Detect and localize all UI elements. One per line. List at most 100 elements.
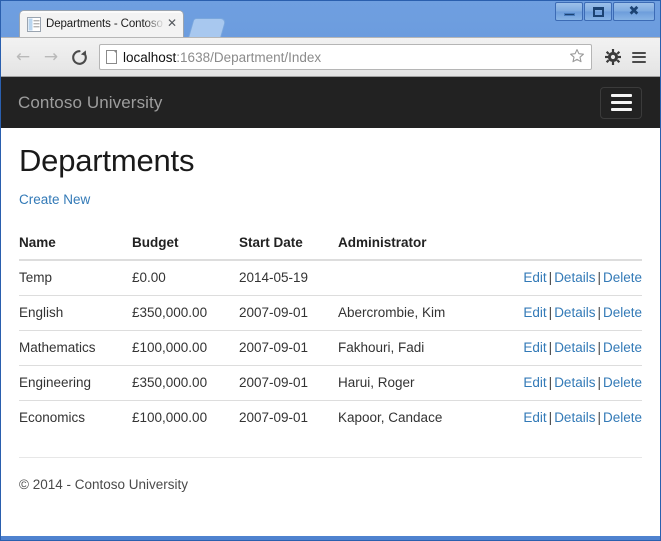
cell-name: Temp <box>19 270 53 286</box>
footer-copyright: © 2014 - Contoso University <box>19 477 189 493</box>
document-icon <box>27 16 41 32</box>
table-header-row: Name Budget Start Date Administrator <box>19 227 642 262</box>
cell-budget: £0.00 <box>132 270 166 286</box>
delete-link[interactable]: Delete <box>603 375 642 390</box>
navbar-toggle-button[interactable] <box>600 86 642 119</box>
column-header-start-date: Start Date <box>239 227 338 262</box>
close-button[interactable]: ✖ <box>613 2 655 21</box>
maximize-icon <box>592 6 604 17</box>
site-navbar: Contoso University <box>1 77 660 128</box>
toggle-bar <box>610 94 632 97</box>
cell-administrator: Fakhouri, Fadi <box>338 330 483 366</box>
close-icon: ✖ <box>628 4 640 19</box>
table-row: Economics £100,000.00 2007-09-01 Kapoor,… <box>19 400 642 436</box>
page-viewport: Contoso University Departments Create Ne… <box>1 77 660 536</box>
cell-administrator: Kapoor, Candace <box>338 400 483 436</box>
cell-start-date: 2014-05-19 <box>239 270 309 286</box>
url-path: :1638/Department/Index <box>176 49 322 65</box>
cell-administrator: Abercrombie, Kim <box>338 295 483 331</box>
toggle-bar <box>610 101 632 104</box>
navbar-brand[interactable]: Contoso University <box>18 93 162 113</box>
table-body: Temp £0.00 2014-05-19 Edit | Details | Delet… <box>19 260 642 436</box>
tab-close-icon[interactable]: ✕ <box>165 17 179 31</box>
address-bar[interactable]: localhost:1638/Department/Index <box>99 44 592 70</box>
details-link[interactable]: Details <box>554 410 595 425</box>
cell-start-date: 2007-09-01 <box>239 400 338 436</box>
delete-link[interactable]: Delete <box>603 305 642 320</box>
create-new-link[interactable]: Create New <box>19 192 90 207</box>
cell-actions: Edit | Details | Delete <box>482 365 642 401</box>
cell-actions: Edit | Details | Delete <box>482 330 642 366</box>
window-controls: ✖ <box>555 2 655 21</box>
table-head: Name Budget Start Date Administrator <box>19 227 642 262</box>
back-button[interactable]: ← <box>10 44 36 70</box>
action-separator: | <box>597 340 601 356</box>
cell-name: Economics <box>19 400 132 436</box>
edit-link[interactable]: Edit <box>523 375 546 390</box>
browser-menu-icon[interactable] <box>627 44 651 70</box>
table-row: English £350,000.00 2007-09-01 Abercromb… <box>19 295 642 331</box>
menu-lines <box>632 49 646 65</box>
page-title: Departments <box>19 143 195 178</box>
cell-budget: £100,000.00 <box>132 330 239 366</box>
url-text: localhost:1638/Department/Index <box>123 50 569 65</box>
cell-budget: £100,000.00 <box>132 400 239 436</box>
action-separator: | <box>597 375 601 391</box>
departments-table: Name Budget Start Date Administrator Tem… <box>19 227 642 436</box>
browser-window: Departments - Contoso University ✕ ✖ ← → <box>0 0 661 541</box>
column-header-name: Name <box>19 227 132 262</box>
cell-actions: Edit | Details | Delete <box>482 260 642 296</box>
url-host: localhost <box>123 49 177 65</box>
bookmark-star-icon[interactable] <box>569 48 587 67</box>
forward-button[interactable]: → <box>38 44 64 70</box>
cell-name: Engineering <box>19 365 132 401</box>
table-row: Temp £0.00 2014-05-19 Edit | Details | Delet… <box>19 260 642 296</box>
title-bar: Departments - Contoso University ✕ ✖ <box>1 1 660 37</box>
browser-tab[interactable]: Departments - Contoso University ✕ <box>19 10 184 37</box>
minimize-button[interactable] <box>555 2 583 21</box>
cell-administrator: Harui, Roger <box>338 365 483 401</box>
cell-start-date: 2007-09-01 <box>239 330 338 366</box>
cell-name: Mathematics <box>19 330 132 366</box>
delete-link[interactable]: Delete <box>603 410 642 425</box>
column-header-budget: Budget <box>132 227 239 262</box>
cell-budget: £350,000.00 <box>132 295 239 331</box>
details-link[interactable]: Details <box>554 375 595 390</box>
edit-link[interactable]: Edit <box>523 340 546 355</box>
browser-toolbar: ← → localhost:1638/Department/Index <box>1 37 660 77</box>
settings-gear-icon[interactable] <box>601 44 625 70</box>
column-header-actions <box>482 227 642 262</box>
action-separator: | <box>597 270 601 286</box>
details-link[interactable]: Details <box>554 270 595 285</box>
table-row: Mathematics £100,000.00 2007-09-01 Fakho… <box>19 330 642 366</box>
reload-button[interactable] <box>66 44 92 70</box>
create-new-container: Create New <box>19 191 642 209</box>
cell-actions: Edit | Details | Delete <box>482 295 642 331</box>
edit-link[interactable]: Edit <box>523 410 546 425</box>
tab-title: Departments - Contoso University <box>46 18 165 30</box>
minimize-icon <box>563 13 575 16</box>
edit-link[interactable]: Edit <box>523 270 546 285</box>
maximize-button[interactable] <box>584 2 612 21</box>
main-content: Departments Create New Name Budget Start… <box>1 128 660 436</box>
toggle-bar <box>610 108 632 111</box>
new-tab-button[interactable] <box>188 18 227 37</box>
table-row: Engineering £350,000.00 2007-09-01 Harui… <box>19 365 642 401</box>
site-footer: © 2014 - Contoso University <box>19 457 642 492</box>
cell-administrator <box>338 260 482 296</box>
details-link[interactable]: Details <box>554 340 595 355</box>
cell-budget: £350,000.00 <box>132 365 239 401</box>
delete-link[interactable]: Delete <box>603 270 642 285</box>
page-info-icon <box>106 50 117 64</box>
details-link[interactable]: Details <box>554 305 595 320</box>
delete-link[interactable]: Delete <box>603 340 642 355</box>
action-separator: | <box>597 410 601 426</box>
cell-start-date: 2007-09-01 <box>239 295 338 331</box>
cell-name: English <box>19 295 132 331</box>
cell-start-date: 2007-09-01 <box>239 365 338 401</box>
action-separator: | <box>597 305 601 321</box>
edit-link[interactable]: Edit <box>523 305 546 320</box>
reload-icon <box>71 49 87 65</box>
column-header-administrator: Administrator <box>338 227 483 262</box>
cell-actions: Edit | Details | Delete <box>482 400 642 436</box>
